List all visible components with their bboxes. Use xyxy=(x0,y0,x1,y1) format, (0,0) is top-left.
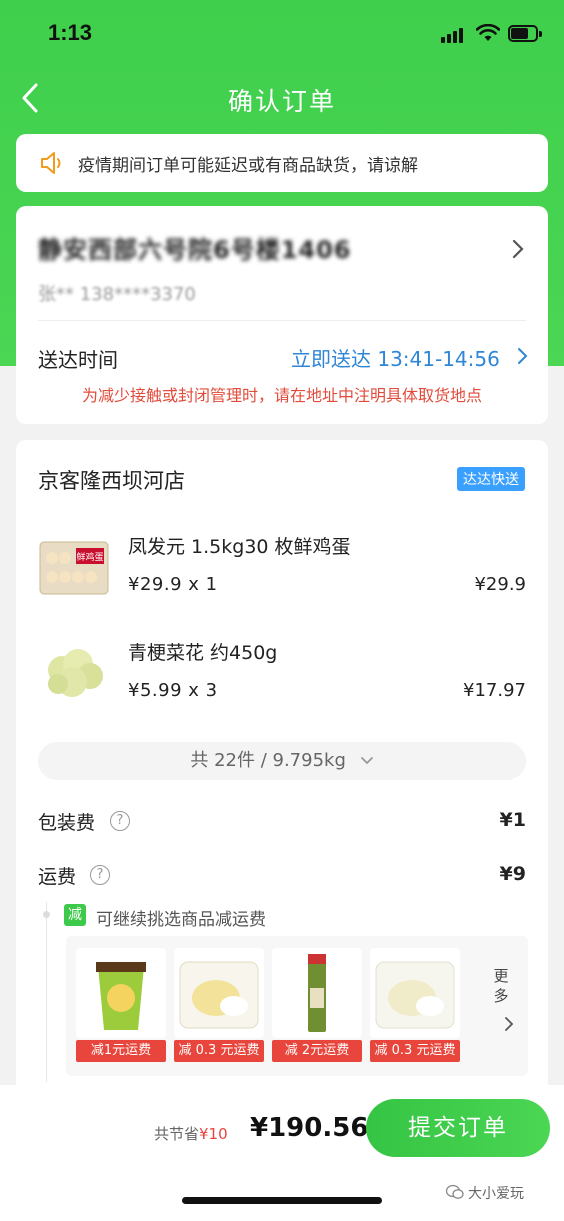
recommendation-tag: 减 0.3 元运费 xyxy=(174,1040,264,1062)
epidemic-notice: 疫情期间订单可能延迟或有商品缺货，请谅解 xyxy=(16,134,548,192)
reduce-badge: 减 xyxy=(64,904,86,926)
chevron-right-icon[interactable] xyxy=(511,238,525,260)
savings-text: 共节省¥10 xyxy=(154,1123,228,1144)
more-label: 多 xyxy=(493,987,509,1005)
store-card: 京客隆西坝河店 达达快送 鲜鸡蛋 凤发元 1.5kg30 枚鲜鸡蛋 ¥29.9 … xyxy=(16,440,548,1140)
seasoning-tube-image xyxy=(272,948,362,1038)
wifi-icon xyxy=(476,24,500,41)
order-summary-toggle[interactable]: 共 22件 / 9.795kg xyxy=(38,742,526,780)
submit-order-button[interactable]: 提交订单 xyxy=(366,1099,550,1157)
shipping-fee-row: 运费 ? ¥9 xyxy=(38,862,526,890)
packaging-fee-row: 包装费 ? ¥1 xyxy=(38,808,526,836)
shipping-fee-value: ¥9 xyxy=(499,863,526,885)
instant-noodle-cup-image xyxy=(76,948,166,1038)
sanitary-pad-pack-image xyxy=(370,948,460,1038)
speaker-icon xyxy=(41,152,61,174)
home-indicator[interactable] xyxy=(182,1197,382,1204)
item-name: 青梗菜花 约450g xyxy=(128,642,278,664)
page-title: 确认订单 xyxy=(227,87,336,116)
battery-icon xyxy=(508,25,542,43)
recommended-product[interactable]: 减 0.3 元运费 xyxy=(174,948,264,1062)
item-subtotal: ¥17.97 xyxy=(463,680,526,701)
help-icon[interactable]: ? xyxy=(90,865,110,885)
divider xyxy=(38,320,526,321)
address-line[interactable]: 静安西部六号院6号楼1406 xyxy=(38,230,352,265)
chevron-down-icon xyxy=(360,757,373,765)
delivery-time-value[interactable]: 立即送达 13:41-14:56 xyxy=(291,343,500,372)
order-summary-text: 共 22件 / 9.795kg xyxy=(190,750,346,771)
contact-info: 张** 138****3370 xyxy=(38,284,196,305)
cellular-signal-icon xyxy=(441,27,469,43)
help-icon[interactable]: ? xyxy=(110,811,130,831)
express-badge: 达达快送 xyxy=(457,467,525,491)
more-button[interactable]: 更 多 xyxy=(486,966,516,1006)
sanitary-pad-pack-image xyxy=(174,948,264,1038)
timeline-line xyxy=(46,902,47,1082)
egg-box-label: 鲜鸡蛋 xyxy=(76,551,103,563)
packaging-fee-value: ¥1 xyxy=(499,809,526,831)
navigation-bar: 确认订单 xyxy=(0,76,564,122)
order-item: 青梗菜花 约450g ¥5.99 x 3 ¥17.97 xyxy=(16,638,548,728)
recommendation-strip: 减1元运费 减 0.3 元运费 减 2元运费 减 0.3 元运费 更 多 xyxy=(66,936,528,1076)
timeline-dot xyxy=(43,911,50,918)
shipping-fee-label: 运费 xyxy=(38,866,77,888)
savings-amount: ¥10 xyxy=(199,1125,228,1143)
cauliflower-product-image xyxy=(48,649,103,697)
savings-label: 共节省 xyxy=(154,1125,200,1143)
chevron-right-icon[interactable] xyxy=(517,347,528,365)
reduce-shipping-text: 可继续挑选商品减运费 xyxy=(96,910,266,930)
recommended-product[interactable]: 减1元运费 xyxy=(76,948,166,1062)
item-subtotal: ¥29.9 xyxy=(474,574,526,595)
more-label: 更 xyxy=(493,967,509,985)
packaging-fee-label: 包装费 xyxy=(38,812,96,834)
item-name: 凤发元 1.5kg30 枚鲜鸡蛋 xyxy=(128,536,351,558)
wechat-icon xyxy=(446,1184,464,1199)
order-total: ¥190.56 xyxy=(250,1113,369,1143)
status-time: 1:13 xyxy=(48,20,93,45)
watermark: 大小爱玩 xyxy=(468,1186,524,1202)
delivery-time-label: 送达时间 xyxy=(38,348,118,372)
recommendation-tag: 减1元运费 xyxy=(76,1040,166,1062)
recommended-product[interactable]: 减 0.3 元运费 xyxy=(370,948,460,1062)
item-unit-price: ¥5.99 x 3 xyxy=(128,680,218,701)
address-card: 静安西部六号院6号楼1406 张** 138****3370 送达时间 立即送达… xyxy=(16,206,548,424)
recommendation-tag: 减 0.3 元运费 xyxy=(370,1040,460,1062)
item-unit-price: ¥29.9 x 1 xyxy=(128,574,218,595)
status-bar: 1:13 xyxy=(0,0,564,70)
order-item: 鲜鸡蛋 凤发元 1.5kg30 枚鲜鸡蛋 ¥29.9 x 1 ¥29.9 xyxy=(16,532,548,622)
chevron-right-icon[interactable] xyxy=(504,1016,514,1032)
delivery-note: 为减少接触或封闭管理时，请在地址中注明具体取货地点 xyxy=(81,386,482,405)
notice-text: 疫情期间订单可能延迟或有商品缺货，请谅解 xyxy=(78,156,418,176)
recommendation-tag: 减 2元运费 xyxy=(272,1040,362,1062)
store-name: 京客隆西坝河店 xyxy=(38,469,185,493)
egg-product-image: 鲜鸡蛋 xyxy=(39,541,109,595)
recommended-product[interactable]: 减 2元运费 xyxy=(272,948,362,1062)
